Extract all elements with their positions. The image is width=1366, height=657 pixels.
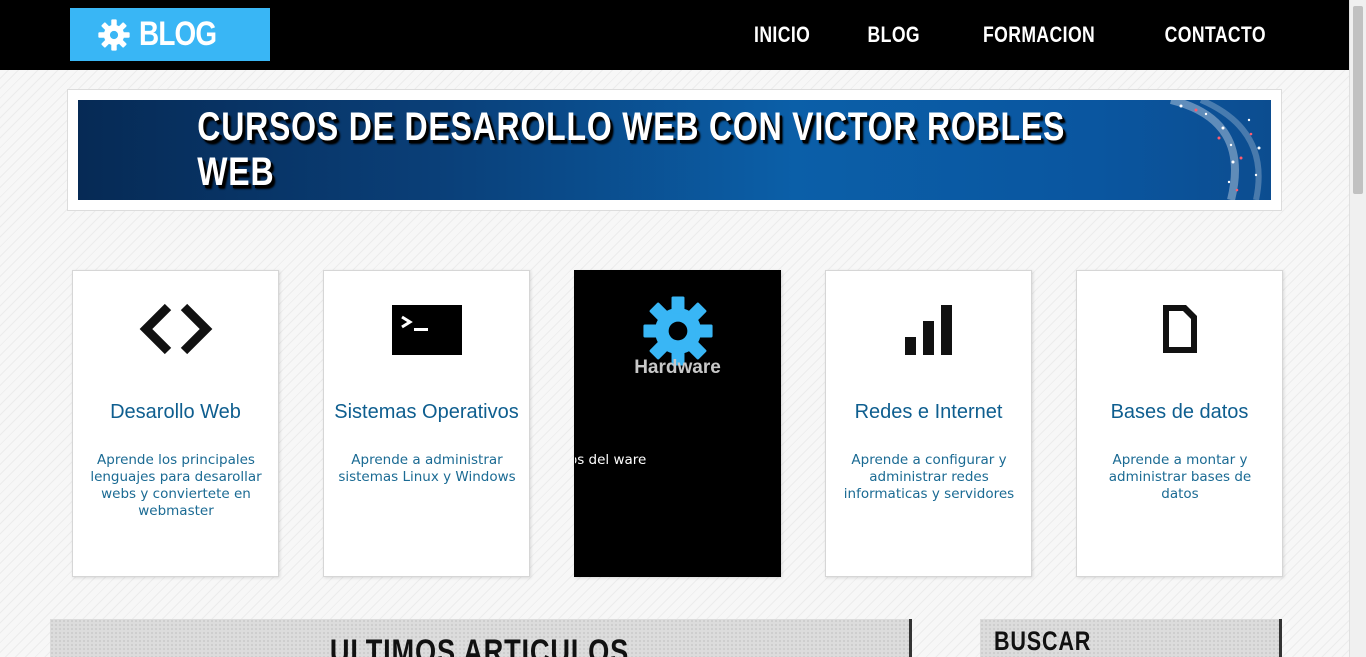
scrollbar-thumb[interactable] bbox=[1353, 6, 1363, 194]
card-title: Bases de datos bbox=[1110, 401, 1249, 423]
nav-link-formacion[interactable]: FORMACION bbox=[983, 22, 1095, 48]
section-title: ULTIMOS ARTICULOS bbox=[329, 633, 630, 657]
logo-text: BLOG bbox=[139, 15, 217, 53]
card-redes-internet[interactable]: Redes e Internet Aprende a configurar y … bbox=[825, 270, 1032, 577]
card-hardware[interactable]: Hardware ntresijos del ware bbox=[574, 270, 781, 577]
card-sistemas-operativos[interactable]: Sistemas Operativos Aprende a administra… bbox=[323, 270, 530, 577]
document-icon bbox=[1077, 301, 1282, 361]
card-description: Aprende a administrar sistemas Linux y W… bbox=[338, 452, 516, 485]
code-brackets-icon bbox=[73, 301, 278, 361]
card-description: ntresijos del ware bbox=[575, 452, 647, 468]
card-description: Aprende a configurar y administrar redes… bbox=[843, 452, 1015, 502]
sparkles-decoration bbox=[1170, 100, 1262, 200]
card-title: Desarollo Web bbox=[110, 401, 241, 423]
banner-title: CURSOS DE DESAROLLO WEB CON VICTOR ROBLE… bbox=[197, 105, 1066, 194]
vertical-scrollbar[interactable] bbox=[1349, 0, 1366, 657]
gear-icon bbox=[98, 18, 130, 51]
top-navigation-bar: BLOG INICIO BLOG FORMACION CONTACTO bbox=[0, 0, 1349, 70]
blog-logo-link[interactable]: BLOG bbox=[70, 8, 270, 61]
card-description: Aprende a montar y administrar bases de … bbox=[1108, 452, 1252, 502]
banner-frame: CURSOS DE DESAROLLO WEB CON VICTOR ROBLE… bbox=[67, 89, 1282, 211]
nav-link-inicio[interactable]: INICIO bbox=[754, 22, 810, 48]
nav-link-blog[interactable]: BLOG bbox=[867, 22, 919, 48]
gear-icon bbox=[575, 295, 780, 366]
card-title: Redes e Internet bbox=[854, 401, 1003, 423]
latest-articles-section: ULTIMOS ARTICULOS bbox=[50, 619, 912, 657]
card-description: Aprende los principales lenguajes para d… bbox=[90, 452, 262, 519]
nav-link-contacto[interactable]: CONTACTO bbox=[1165, 22, 1266, 48]
terminal-icon bbox=[324, 301, 529, 361]
card-title: Sistemas Operativos bbox=[334, 401, 519, 423]
card-desarollo-web[interactable]: Desarollo Web Aprende los principales le… bbox=[72, 270, 279, 577]
signal-bars-icon bbox=[826, 301, 1031, 361]
card-bases-de-datos[interactable]: Bases de datos Aprende a montar y admini… bbox=[1076, 270, 1283, 577]
card-title: Hardware bbox=[634, 357, 721, 378]
section-title: BUSCAR bbox=[994, 626, 1092, 656]
main-nav: INICIO BLOG FORMACION CONTACTO bbox=[704, 0, 1279, 70]
banner[interactable]: CURSOS DE DESAROLLO WEB CON VICTOR ROBLE… bbox=[78, 100, 1271, 200]
search-sidebar-section: BUSCAR bbox=[980, 619, 1282, 657]
